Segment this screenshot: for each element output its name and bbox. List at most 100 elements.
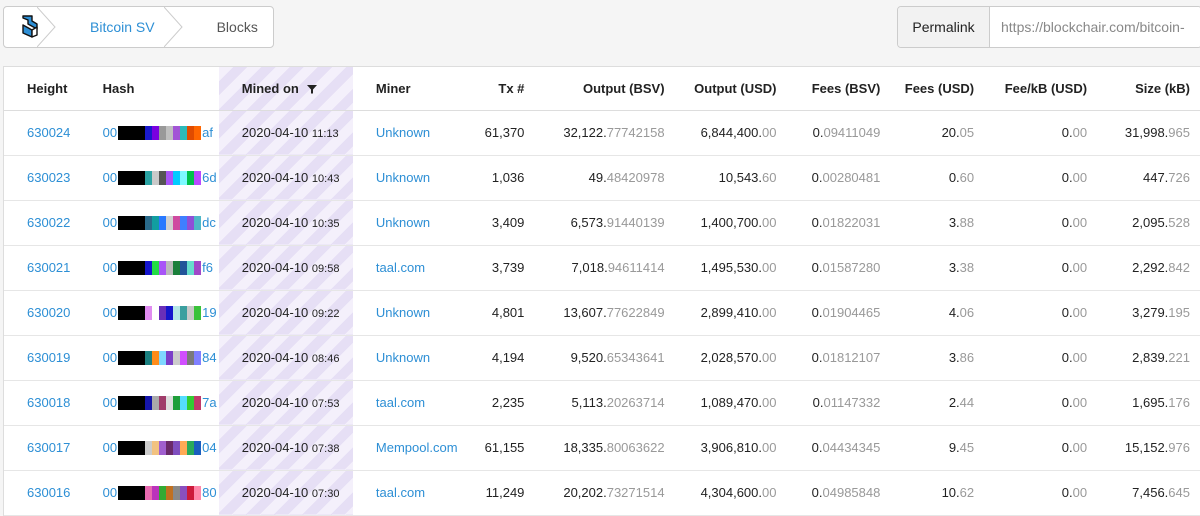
cell-mined-on: 2020-04-10 10:43	[218, 155, 353, 201]
cell-size: 3,279.195	[1098, 290, 1200, 336]
block-hash-link[interactable]: 00 80	[103, 485, 217, 500]
hash-suffix: f6	[202, 260, 213, 275]
cell-size: 31,998.965	[1098, 110, 1200, 156]
block-hash-link[interactable]: 00 04	[103, 440, 217, 455]
cell-hash: 00 af	[79, 110, 219, 156]
miner-link[interactable]: taal.com	[376, 395, 425, 410]
cell-size: 15,152.976	[1098, 425, 1200, 471]
hash-mask-segment	[118, 170, 139, 185]
miner-link[interactable]: Unknown	[376, 350, 430, 365]
block-height-link[interactable]: 630016	[27, 485, 70, 500]
cell-fees-usd: 20.05	[891, 110, 986, 156]
cell-fees-bsv: 0.01822031	[787, 200, 892, 246]
hash-prefix: 00	[102, 395, 118, 410]
cell-height: 630017	[4, 425, 80, 471]
hash-prefix: 00	[102, 125, 118, 140]
hash-mask	[118, 215, 202, 230]
block-height-link[interactable]: 630020	[27, 305, 70, 320]
column-header-mined-on[interactable]: Mined on	[218, 67, 353, 111]
hash-mask-segment	[118, 215, 139, 230]
miner-link[interactable]: taal.com	[376, 485, 425, 500]
hash-mask-segment	[194, 395, 202, 410]
hash-mask-segment	[159, 350, 167, 365]
block-hash-link[interactable]: 00 af	[103, 125, 213, 140]
hash-mask-segment	[173, 350, 181, 365]
cell-fees-bsv: 0.04985848	[787, 470, 892, 516]
hash-prefix: 00	[102, 260, 118, 275]
table-row: 630021 00 f6 2020-04-10 09:58 taal.com 3,739 7…	[4, 245, 1200, 291]
block-height-link[interactable]: 630017	[27, 440, 70, 455]
mined-date: 2020-04-10	[241, 440, 309, 455]
column-header-fees-bsv[interactable]: Fees (BSV)	[787, 67, 892, 111]
miner-link[interactable]: Unknown	[376, 305, 430, 320]
cell-tx-count: 4,801	[474, 290, 536, 336]
cell-size: 2,292.842	[1098, 245, 1200, 291]
miner-link[interactable]: Unknown	[376, 170, 430, 185]
block-hash-link[interactable]: 00 6d	[103, 170, 217, 185]
hash-mask-segment	[138, 440, 146, 455]
column-header-fee-per-kb-usd[interactable]: Fee/kB (USD)	[985, 67, 1099, 111]
hash-mask-segment	[180, 440, 188, 455]
cell-fee-per-kb: 0.00	[985, 290, 1099, 336]
hash-mask-segment	[152, 260, 160, 275]
hash-mask-segment	[159, 485, 167, 500]
cell-size: 1,695.176	[1098, 380, 1200, 426]
hash-mask-segment	[173, 485, 181, 500]
column-header-height[interactable]: Height	[4, 67, 80, 111]
hash-mask-segment	[187, 305, 195, 320]
cell-mined-on: 2020-04-10 07:53	[218, 380, 353, 426]
hash-mask-segment	[194, 260, 202, 275]
column-header-size-kb[interactable]: Size (kB)	[1098, 67, 1200, 111]
block-hash-link[interactable]: 00 f6	[103, 260, 213, 275]
hash-mask-segment	[173, 260, 181, 275]
cell-mined-on: 2020-04-10 08:46	[218, 335, 353, 381]
hash-mask-segment	[180, 305, 188, 320]
hash-mask-segment	[118, 305, 139, 320]
home-link[interactable]	[4, 7, 56, 47]
mined-time: 07:53	[311, 398, 340, 410]
hash-mask-segment	[166, 125, 174, 140]
column-header-hash[interactable]: Hash	[79, 67, 219, 111]
mined-time: 09:58	[311, 263, 340, 275]
hash-mask-segment	[138, 395, 146, 410]
miner-link[interactable]: Unknown	[376, 215, 430, 230]
hash-mask-segment	[159, 170, 167, 185]
block-hash-link[interactable]: 00 dc	[103, 215, 216, 230]
block-hash-link[interactable]: 00 84	[103, 350, 217, 365]
mined-date: 2020-04-10	[241, 215, 309, 230]
block-height-link[interactable]: 630021	[27, 260, 70, 275]
cell-height: 630019	[4, 335, 80, 381]
blocks-table: Height Hash Mined on Miner Tx # Output (…	[4, 67, 1200, 516]
block-height-link[interactable]: 630019	[27, 350, 70, 365]
hash-mask-segment	[118, 485, 139, 500]
hash-mask-segment	[173, 215, 181, 230]
block-hash-link[interactable]: 00 19	[103, 305, 217, 320]
breadcrumb-item-blocks[interactable]: Blocks	[183, 7, 273, 47]
miner-link[interactable]: Mempool.com	[376, 440, 458, 455]
block-height-link[interactable]: 630024	[27, 125, 70, 140]
cell-fee-per-kb: 0.00	[985, 425, 1099, 471]
miner-link[interactable]: taal.com	[376, 260, 425, 275]
column-header-fees-usd[interactable]: Fees (USD)	[891, 67, 986, 111]
column-header-output-bsv[interactable]: Output (BSV)	[535, 67, 676, 111]
column-header-output-usd[interactable]: Output (USD)	[675, 67, 788, 111]
hash-mask-segment	[138, 125, 146, 140]
block-hash-link[interactable]: 00 7a	[103, 395, 217, 410]
hash-mask-segment	[145, 170, 153, 185]
block-height-link[interactable]: 630023	[27, 170, 70, 185]
column-header-miner[interactable]: Miner	[352, 67, 475, 111]
mined-date: 2020-04-10	[241, 395, 309, 410]
hash-mask-segment	[159, 305, 167, 320]
filter-icon[interactable]	[307, 84, 318, 94]
miner-link[interactable]: Unknown	[376, 125, 430, 140]
cell-tx-count: 61,370	[474, 110, 536, 156]
hash-mask-segment	[145, 485, 153, 500]
mined-date: 2020-04-10	[241, 350, 309, 365]
block-height-link[interactable]: 630018	[27, 395, 70, 410]
block-height-link[interactable]: 630022	[27, 215, 70, 230]
breadcrumb-item-bitcoin-sv[interactable]: Bitcoin SV	[56, 7, 183, 47]
column-header-tx-count[interactable]: Tx #	[474, 67, 536, 111]
cell-fee-per-kb: 0.00	[985, 335, 1099, 381]
permalink-input[interactable]	[990, 7, 1200, 47]
hash-mask-segment	[166, 170, 174, 185]
